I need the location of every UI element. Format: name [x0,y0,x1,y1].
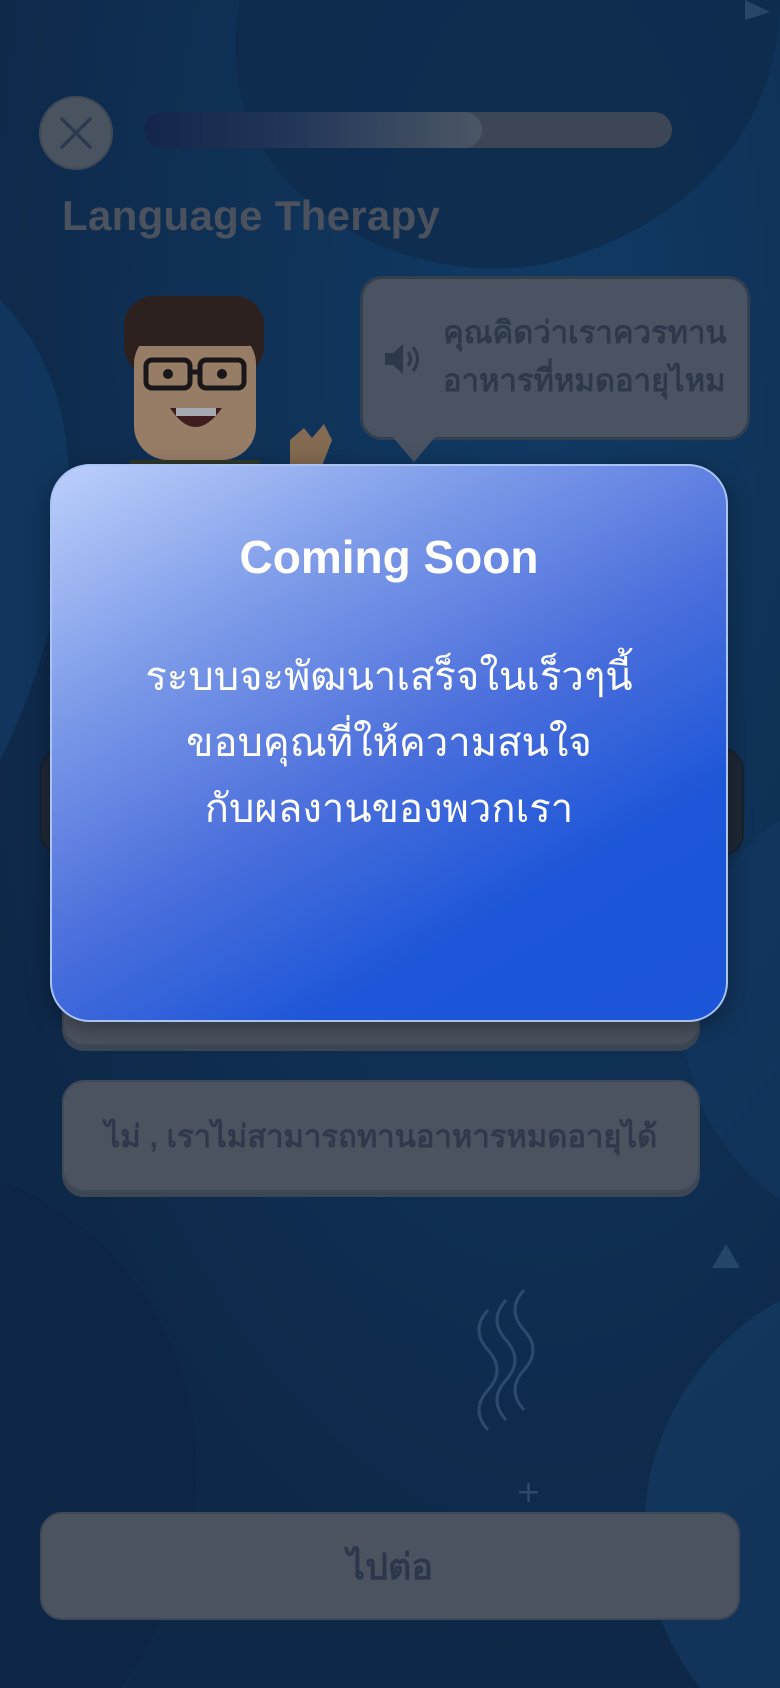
modal-message: ระบบจะพัฒนาเสร็จในเร็วๆนี้ ขอบคุณที่ให้ค… [92,644,686,842]
modal-title: Coming Soon [239,531,539,583]
modal-message-line-1: ระบบจะพัฒนาเสร็จในเร็วๆนี้ [145,655,633,699]
modal-message-line-2: ขอบคุณที่ให้ความสนใจ [186,721,592,765]
coming-soon-modal: Coming Soon ระบบจะพัฒนาเสร็จในเร็วๆนี้ ข… [50,464,728,1022]
modal-message-line-3: กับผลงานของพวกเรา [204,787,574,831]
